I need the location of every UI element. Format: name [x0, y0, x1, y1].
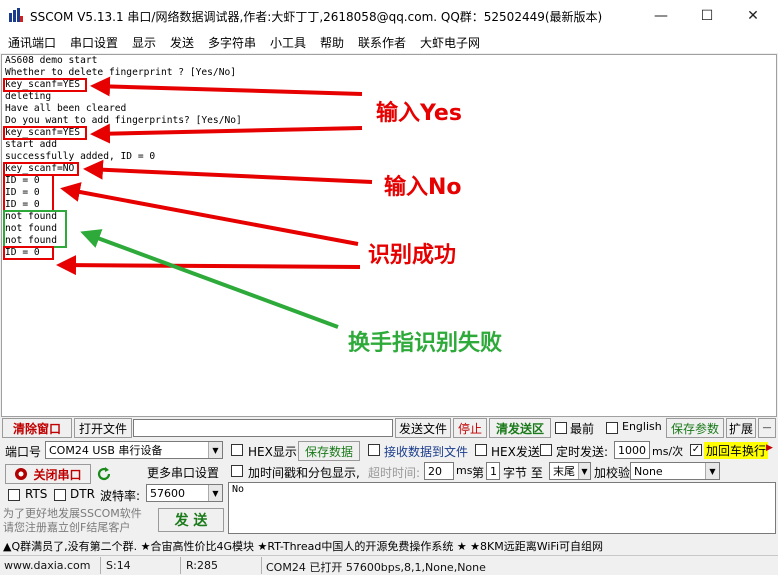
port-label: 端口号 [5, 445, 42, 459]
annotation-input-yes: 输入Yes [376, 101, 462, 126]
clear-send-button[interactable]: 清发送区 [489, 418, 551, 438]
status-separator [261, 557, 262, 574]
timestamp-label: 加时间戳和分包显示, [248, 466, 360, 480]
clear-window-button[interactable]: 清除窗口 [2, 418, 72, 438]
hex-send-checkbox[interactable] [475, 444, 487, 456]
timeout-unit: ms [456, 464, 473, 477]
scroll-right-icon[interactable]: ▶ [766, 443, 773, 453]
status-received-count: R:285 [186, 559, 219, 572]
chevron-down-icon: ▼ [208, 485, 222, 501]
more-settings-link[interactable]: 更多串口设置 [147, 464, 219, 481]
baud-label: 波特率: [100, 489, 141, 503]
menu-multi-string[interactable]: 多字符串 [208, 34, 256, 51]
topmost-checkbox[interactable] [555, 422, 567, 434]
expand-button[interactable]: 扩展 [726, 418, 756, 438]
send-file-button[interactable]: 发送文件 [395, 418, 451, 438]
menu-serial-settings[interactable]: 串口设置 [70, 34, 118, 51]
menu-tools[interactable]: 小工具 [270, 34, 306, 51]
annotation-input-no: 输入No [384, 175, 462, 200]
receive-area[interactable]: AS608 demo start Whether to delete finge… [1, 54, 777, 417]
app-icon [9, 8, 23, 22]
recv-to-file-label[interactable]: 接收数据到文件 [384, 443, 468, 460]
news-ticker: ▲Q群满员了,没有第二个群. ★合宙高性价比4G模块 ★RT-Thread中国人… [3, 540, 604, 553]
close-port-button[interactable]: 关闭串口 [5, 464, 91, 484]
timed-send-checkbox[interactable] [540, 444, 552, 456]
append-crlf-checkbox[interactable]: ✓ [690, 444, 702, 456]
interval-input[interactable]: 1000 [614, 441, 650, 459]
timeout-input[interactable]: 20 [424, 462, 454, 480]
chevron-down-icon: ▼ [208, 442, 222, 458]
baud-select[interactable]: 57600 ▼ [146, 484, 223, 502]
menu-help[interactable]: 帮助 [320, 34, 344, 51]
end-value: 末尾 [553, 465, 575, 478]
nth-label: 第 [472, 466, 485, 480]
end-select[interactable]: 末尾 ▼ [549, 462, 591, 480]
send-textarea[interactable]: No [228, 482, 776, 534]
english-checkbox[interactable] [606, 422, 618, 434]
file-path-input[interactable] [133, 419, 393, 437]
maximize-button[interactable]: ☐ [684, 0, 730, 31]
append-crlf-label: 加回车换行 [704, 442, 769, 459]
port-value: COM24 USB 串行设备 [49, 444, 163, 457]
save-data-button[interactable]: 保存数据 [298, 441, 360, 461]
english-label: English [622, 420, 662, 433]
dtr-label: DTR [70, 487, 95, 501]
recv-to-file-checkbox[interactable] [368, 444, 380, 456]
stop-button[interactable]: 停止 [453, 418, 487, 438]
annotation-match-success: 识别成功 [368, 243, 457, 268]
chevron-down-icon: ▼ [578, 463, 590, 479]
hex-send-label: HEX发送 [491, 445, 540, 459]
send-button[interactable]: 发 送 [158, 508, 224, 532]
refresh-icon[interactable] [96, 466, 112, 482]
dtr-checkbox[interactable] [54, 489, 66, 501]
checksum-value: None [634, 464, 663, 478]
save-params-button[interactable]: 保存参数 [666, 418, 724, 438]
status-separator [180, 557, 181, 574]
annotation-match-fail: 换手指识别失败 [348, 331, 503, 356]
close-port-label: 关闭串口 [33, 467, 82, 482]
menu-display[interactable]: 显示 [132, 34, 156, 51]
promo-text: 为了更好地发展SSCOM软件 请您注册嘉立创F结尾客户 [3, 507, 142, 534]
hex-display-checkbox[interactable] [231, 444, 243, 456]
status-separator [100, 557, 101, 574]
interval-unit: ms/次 [652, 445, 684, 458]
timestamp-checkbox[interactable] [231, 465, 243, 477]
menu-bar: 通讯端口 串口设置 显示 发送 多字符串 小工具 帮助 联系作者 大虾电子网 [0, 31, 778, 53]
menu-comm-port[interactable]: 通讯端口 [8, 34, 56, 51]
menu-daxia-website[interactable]: 大虾电子网 [420, 34, 480, 51]
status-url[interactable]: www.daxia.com [4, 559, 91, 572]
window-title: SSCOM V5.13.1 串口/网络数据调试器,作者:大虾丁丁,2618058… [30, 10, 603, 24]
menu-contact-author[interactable]: 联系作者 [358, 34, 406, 51]
chevron-down-icon: ▼ [705, 463, 719, 479]
topmost-label: 最前 [570, 422, 595, 436]
checksum-select[interactable]: None ▼ [630, 462, 720, 480]
status-port-state: COM24 已打开 57600bps,8,1,None,None [266, 561, 486, 574]
open-file-button[interactable]: 打开文件 [74, 418, 132, 438]
status-bar: www.daxia.com S:14 R:285 COM24 已打开 57600… [0, 555, 778, 575]
baud-value: 57600 [150, 486, 185, 500]
sscom-window: SSCOM V5.13.1 串口/网络数据调试器,作者:大虾丁丁,2618058… [0, 0, 778, 575]
rts-checkbox[interactable] [8, 489, 20, 501]
timed-send-label: 定时发送: [556, 445, 609, 459]
checksum-label: 加校验 [594, 466, 631, 480]
byte-index-input[interactable]: 1 [486, 462, 500, 480]
menu-send[interactable]: 发送 [170, 34, 194, 51]
timeout-label: 超时时间: [368, 466, 421, 480]
minimize-button[interactable]: — [638, 0, 684, 31]
port-status-icon [15, 468, 28, 480]
close-button[interactable]: ✕ [730, 0, 776, 31]
rts-label: RTS [25, 487, 48, 501]
port-select[interactable]: COM24 USB 串行设备 ▼ [45, 441, 223, 459]
hex-display-label: HEX显示 [248, 445, 297, 459]
collapse-button[interactable]: — [758, 418, 776, 438]
title-bar: SSCOM V5.13.1 串口/网络数据调试器,作者:大虾丁丁,2618058… [0, 0, 778, 31]
status-sent-count: S:14 [106, 559, 131, 572]
byte-to-label: 字节 至 [503, 466, 543, 480]
